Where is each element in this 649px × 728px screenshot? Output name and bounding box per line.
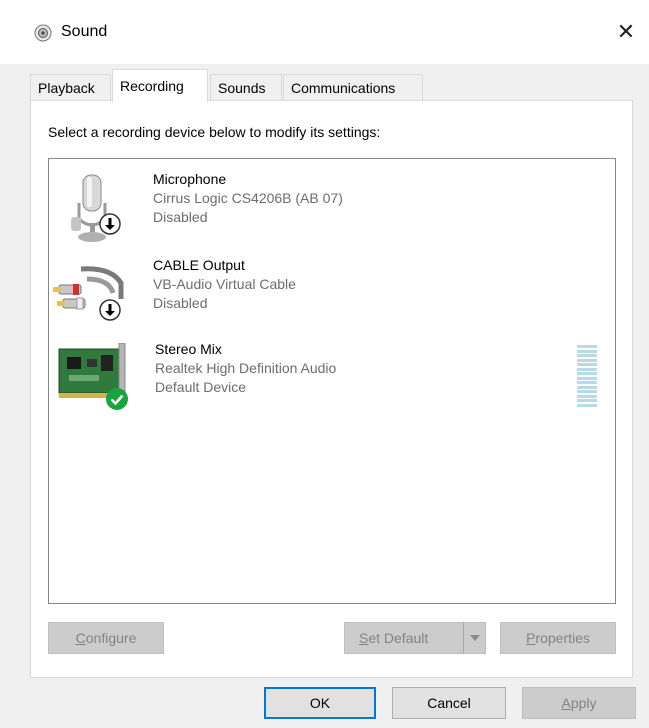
level-meter-bar bbox=[577, 349, 597, 353]
chevron-down-icon[interactable] bbox=[463, 623, 485, 653]
level-meter-bar bbox=[577, 403, 597, 407]
list-item-cable-output[interactable]: CABLE Output VB-Audio Virtual Cable Disa… bbox=[49, 257, 615, 337]
level-meter-bar bbox=[577, 345, 597, 348]
instructions-text: Select a recording device below to modif… bbox=[48, 124, 381, 140]
tab-communications[interactable]: Communications bbox=[283, 74, 423, 102]
device-driver: Realtek High Definition Audio bbox=[155, 360, 337, 376]
device-driver: VB-Audio Virtual Cable bbox=[153, 276, 296, 292]
tab-playback[interactable]: Playback bbox=[30, 74, 111, 102]
ok-button[interactable]: OK bbox=[264, 687, 376, 719]
level-meter-bar bbox=[577, 367, 597, 371]
level-meter-bar bbox=[577, 372, 597, 375]
close-icon: ✕ bbox=[616, 19, 636, 44]
speaker-icon bbox=[34, 24, 52, 42]
default-check-icon bbox=[105, 387, 129, 414]
level-meter-bar bbox=[577, 390, 597, 393]
level-meter-bar bbox=[577, 363, 597, 366]
level-meter-bar bbox=[577, 399, 597, 402]
properties-button[interactable]: Properties bbox=[500, 622, 616, 654]
disabled-arrow-icon bbox=[99, 213, 121, 238]
level-meter-bar bbox=[577, 358, 597, 362]
rca-cable-icon bbox=[51, 259, 135, 335]
recording-device-list[interactable]: Microphone Cirrus Logic CS4206B (AB 07) … bbox=[48, 158, 616, 604]
level-meter-bar bbox=[577, 385, 597, 389]
device-name: Microphone bbox=[153, 171, 227, 187]
device-status: Disabled bbox=[153, 209, 208, 225]
disabled-arrow-icon bbox=[99, 299, 121, 324]
level-meter bbox=[577, 345, 597, 407]
list-item-stereo-mix[interactable]: Stereo Mix Realtek High Definition Audio… bbox=[49, 341, 615, 421]
configure-button[interactable]: Configure bbox=[48, 622, 164, 654]
microphone-icon bbox=[51, 173, 135, 249]
apply-button[interactable]: Apply bbox=[522, 687, 636, 719]
device-status: Default Device bbox=[155, 379, 247, 395]
level-meter-bar bbox=[577, 376, 597, 380]
device-driver: Cirrus Logic CS4206B (AB 07) bbox=[153, 190, 343, 206]
window-title: Sound bbox=[61, 23, 108, 40]
device-name: Stereo Mix bbox=[155, 341, 222, 357]
level-meter-bar bbox=[577, 394, 597, 398]
close-button[interactable]: ✕ bbox=[603, 0, 649, 64]
title-bar: Sound ✕ bbox=[0, 0, 649, 64]
tab-sounds[interactable]: Sounds bbox=[210, 74, 282, 102]
list-item-microphone[interactable]: Microphone Cirrus Logic CS4206B (AB 07) … bbox=[49, 171, 615, 251]
level-meter-bar bbox=[577, 381, 597, 384]
level-meter-bar bbox=[577, 354, 597, 357]
cancel-button[interactable]: Cancel bbox=[392, 687, 506, 719]
set-default-button[interactable]: Set Default bbox=[344, 622, 486, 654]
sound-card-icon bbox=[51, 342, 135, 419]
device-status: Disabled bbox=[153, 295, 208, 311]
tab-recording[interactable]: Recording bbox=[112, 69, 208, 102]
device-name: CABLE Output bbox=[153, 257, 245, 273]
